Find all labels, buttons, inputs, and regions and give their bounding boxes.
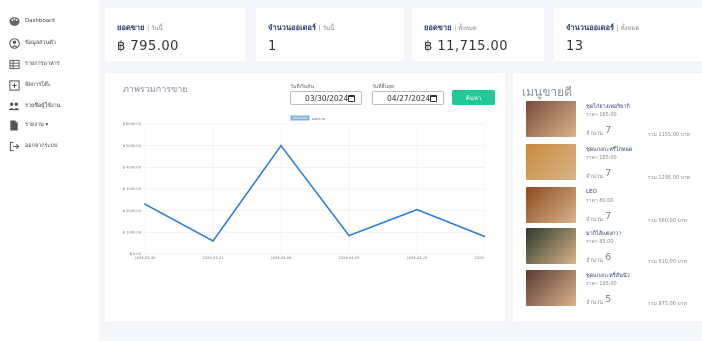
stat-label: ยอดขาย | วันนี้ [117,23,163,32]
plus-square-icon [8,79,20,91]
data-point [212,240,214,242]
sidebar-item-reports[interactable]: รายงาน ▾ [8,119,48,131]
stat-card-orders-total: จำนวนออเดอร์ | ทั้งหมด 13 [554,8,702,61]
stat-card-orders-today: จำนวนออเดอร์ | วันนี้ 1 [256,8,404,61]
item-price: ราคา 185.00 [586,155,617,161]
stat-label: จำนวนออเดอร์ | ทั้งหมด [566,23,640,32]
item-qty: 7 [605,211,612,222]
item-name: ชุดไก่ย่างเทอริยากิ [586,104,630,110]
users-icon [8,100,20,112]
best-sellers-title: เมนูขายดี [522,85,572,99]
palette-icon [8,15,20,27]
item-name: LEO [586,189,597,195]
series-line [144,144,485,243]
search-button[interactable]: ค้นหา [452,90,495,105]
sidebar-item-label: รายการอาหาร [25,61,60,67]
item-total: รวม 1155.00 บาท [648,132,690,138]
item-qty-label: จำนวน [586,174,603,180]
data-point [416,208,418,211]
item-name: มากิไส้แตงกวา [586,231,622,237]
legend-swatch [290,115,310,121]
x-tick-label: 2024-03-31 [203,256,224,260]
sidebar-item-dashboard[interactable]: Dashboard [8,15,55,27]
item-qty-label: จำนวน [586,258,603,264]
item-price: ราคา 165.00 [586,112,617,118]
item-qty-label: จำนวน [586,131,603,137]
x-tick-label: 2024-04-27 [475,256,485,260]
sidebar-item-tables[interactable]: จัดการโต๊ะ [8,79,51,91]
item-qty-label: จำนวน [586,217,603,223]
sales-chart: ยอดขาย฿ 0.00฿ 1000.00฿ 2000.00฿ 3000.00฿… [123,115,485,260]
item-price: ราคา 195.00 [586,281,617,287]
end-date-input[interactable]: 04/27/2024 [372,91,444,105]
item-qty: 6 [605,252,612,263]
file-icon [8,119,20,131]
sidebar-item-profile[interactable]: ข้อมูลส่วนตัว [8,37,56,49]
sidebar-item-label: ข้อมูลส่วนตัว [25,40,56,46]
item-qty-label: จำนวน [586,300,603,306]
food-image [526,187,576,223]
item-total: รวม 1295.00 บาท [648,175,690,181]
stat-label: จำนวนออเดอร์ | วันนี้ [268,23,335,32]
data-point [144,203,146,206]
food-image [526,270,576,306]
item-name: ชุดแกงกะหรี่ไก่ทอด [586,147,633,153]
item-price: ราคา 85.00 [586,239,614,245]
y-tick-label: ฿ 6000.00 [123,122,142,126]
stat-value: ฿ 795.00 [117,39,179,54]
stat-card-sales-today: ยอดขาย | วันนี้ ฿ 795.00 [105,8,245,61]
item-name: ชุดแกงกะหรี่สันนัว [586,273,630,279]
end-date-label: วันที่สิ้นสุด [372,84,395,90]
item-total: รวม 975.00 บาท [648,301,687,307]
y-tick-label: ฿ 4000.00 [123,166,142,170]
sidebar-item-label: รายงาน ▾ [25,122,49,128]
stat-label: ยอดขาย | ทั้งหมด [424,23,477,32]
x-tick-label: 2024-04-25 [407,256,428,260]
x-tick-label: 2024-04-09 [339,256,361,260]
y-tick-label: ฿ 5000.00 [123,144,142,148]
stat-card-sales-total: ยอดขาย | ทั้งหมด ฿ 11,715.00 [412,8,544,61]
item-qty: 5 [605,294,612,305]
sidebar-item-logout[interactable]: ออกจากระบบ [8,140,57,152]
item-total: รวม 560.00 บาท [648,218,687,224]
user-circle-icon [8,37,20,49]
food-image [526,228,576,264]
item-price: ราคา 80.00 [586,198,614,204]
sidebar-item-label: จัดการโต๊ะ [25,82,51,88]
sidebar-item-users[interactable]: รายชื่อผู้ใช้งาน [8,100,60,112]
sidebar: Dashboard ข้อมูลส่วนตัว รายการอาหาร จัดก… [0,0,99,341]
legend-label: ยอดขาย [312,117,325,121]
table-icon [8,58,20,70]
item-qty: 7 [605,168,612,179]
x-tick-label: 2024-04-06 [271,256,293,260]
stat-value: 13 [566,39,584,54]
sidebar-item-label: ออกจากระบบ [25,143,58,149]
item-qty: 7 [605,125,612,136]
data-point [348,234,350,237]
logout-icon [8,140,20,152]
calendar-icon[interactable] [430,95,437,102]
stat-value: 1 [268,39,277,54]
end-date-value: 04/27/2024 [387,93,431,103]
x-tick-label: 2024-03-30 [135,256,157,260]
y-tick-label: ฿ 1000.00 [123,231,142,235]
start-date-label: วันที่เริ่มต้น [290,84,314,90]
sidebar-item-menu[interactable]: รายการอาหาร [8,58,60,70]
y-tick-label: ฿ 3000.00 [123,187,142,191]
start-date-input[interactable]: 03/30/2024 [290,91,362,105]
data-point [280,144,282,147]
food-image [526,101,576,137]
calendar-icon[interactable] [348,95,355,102]
food-image [526,144,576,180]
sidebar-item-label: รายชื่อผู้ใช้งาน [25,103,61,109]
stat-value: ฿ 11,715.00 [424,39,509,54]
sidebar-item-label: Dashboard [25,18,55,24]
item-total: รวม 510.00 บาท [648,259,687,265]
start-date-value: 03/30/2024 [305,93,349,103]
sales-overview-title: ภาพรวมการขาย [123,85,188,95]
y-tick-label: ฿ 2000.00 [123,209,142,213]
